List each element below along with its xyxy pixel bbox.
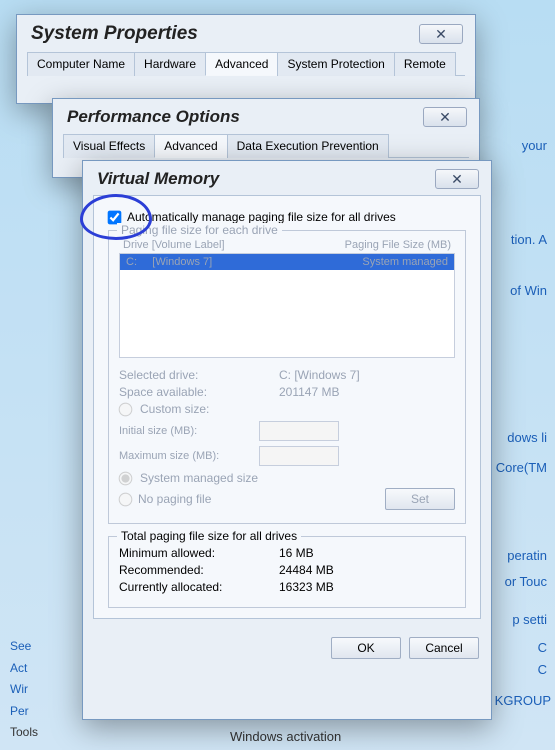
tabs-perf: Visual Effects Advanced Data Execution P… bbox=[63, 133, 469, 158]
group-title: Total paging file size for all drives bbox=[117, 529, 301, 543]
drive-vol-label: [Windows 7] bbox=[152, 256, 212, 268]
maximum-size-label: Maximum size (MB): bbox=[119, 450, 249, 462]
drive-list[interactable]: C: [Windows 7] System managed bbox=[119, 253, 455, 358]
sidebar-link[interactable]: See bbox=[10, 636, 38, 658]
selected-drive-value: C: [Windows 7] bbox=[279, 368, 360, 382]
dialog-title: Virtual Memory bbox=[97, 169, 219, 189]
sidebar-link[interactable]: Per bbox=[10, 701, 38, 723]
initial-size-input[interactable] bbox=[259, 421, 339, 441]
bg-text: or Touc bbox=[505, 574, 547, 589]
radio-no-paging[interactable] bbox=[119, 492, 133, 506]
sidebar-link[interactable]: Wir bbox=[10, 679, 38, 701]
rec-value: 24484 MB bbox=[279, 563, 334, 577]
group-total: Total paging file size for all drives Mi… bbox=[108, 536, 466, 608]
drive-row[interactable]: C: [Windows 7] System managed bbox=[120, 254, 454, 270]
bg-text: Windows activation bbox=[230, 729, 341, 744]
col-drive: Drive [Volume Label] bbox=[123, 239, 225, 251]
ok-button[interactable]: OK bbox=[331, 637, 401, 659]
cancel-button[interactable]: Cancel bbox=[409, 637, 479, 659]
bg-text: C bbox=[538, 640, 547, 655]
tab-visual-effects[interactable]: Visual Effects bbox=[63, 134, 155, 158]
bg-text: of Win bbox=[510, 283, 547, 298]
bg-text: C bbox=[538, 662, 547, 677]
tab-data-execution-prevention[interactable]: Data Execution Prevention bbox=[227, 134, 389, 158]
close-icon: ✕ bbox=[451, 171, 463, 188]
bg-text: Core(TM bbox=[496, 460, 547, 475]
dialog-virtual-memory: Virtual Memory ✕ Automatically manage pa… bbox=[82, 160, 492, 720]
tab-advanced[interactable]: Advanced bbox=[205, 52, 278, 76]
cur-value: 16323 MB bbox=[279, 580, 334, 594]
tabs-sysprops: Computer Name Hardware Advanced System P… bbox=[27, 51, 465, 76]
radio-custom-size[interactable] bbox=[119, 402, 133, 416]
maximum-size-input[interactable] bbox=[259, 446, 339, 466]
auto-manage-label: Automatically manage paging file size fo… bbox=[127, 210, 396, 224]
rec-key: Recommended: bbox=[119, 563, 259, 577]
space-key: Space available: bbox=[119, 385, 259, 399]
dialog-title: Performance Options bbox=[67, 107, 240, 127]
col-size: Paging File Size (MB) bbox=[345, 239, 451, 251]
tab-system-protection[interactable]: System Protection bbox=[277, 52, 394, 76]
sidebar-links: See Act Wir Per Tools bbox=[10, 636, 38, 744]
radio-system-managed[interactable] bbox=[119, 471, 133, 485]
tab-hardware[interactable]: Hardware bbox=[134, 52, 206, 76]
selected-drive-key: Selected drive: bbox=[119, 368, 259, 382]
close-button[interactable]: ✕ bbox=[435, 169, 479, 189]
no-paging-label: No paging file bbox=[138, 492, 211, 506]
bg-text: peratin bbox=[507, 548, 547, 563]
bg-text: tion. A bbox=[511, 232, 547, 247]
tab-advanced[interactable]: Advanced bbox=[154, 134, 227, 158]
group-title: Paging file size for each drive bbox=[117, 223, 282, 237]
sidebar-link[interactable]: Tools bbox=[10, 722, 38, 744]
tab-computer-name[interactable]: Computer Name bbox=[27, 52, 135, 76]
min-key: Minimum allowed: bbox=[119, 546, 259, 560]
drive-size: System managed bbox=[362, 256, 448, 268]
system-managed-label: System managed size bbox=[140, 471, 258, 485]
close-button[interactable]: ✕ bbox=[423, 107, 467, 127]
drive-letter: C: bbox=[126, 256, 137, 268]
min-value: 16 MB bbox=[279, 546, 314, 560]
auto-manage-checkbox[interactable] bbox=[108, 210, 122, 224]
dialog-system-properties: System Properties ✕ Computer Name Hardwa… bbox=[16, 14, 476, 104]
close-icon: ✕ bbox=[435, 26, 447, 43]
group-each-drive: Paging file size for each drive Drive [V… bbox=[108, 230, 466, 524]
cur-key: Currently allocated: bbox=[119, 580, 259, 594]
custom-size-label: Custom size: bbox=[140, 402, 209, 416]
close-button[interactable]: ✕ bbox=[419, 24, 463, 44]
sidebar-link[interactable]: Act bbox=[10, 658, 38, 680]
bg-text: your bbox=[522, 138, 547, 153]
space-value: 201147 MB bbox=[279, 385, 340, 399]
bg-text: KGROUP bbox=[495, 693, 551, 708]
tab-remote[interactable]: Remote bbox=[394, 52, 456, 76]
bg-text: dows li bbox=[507, 430, 547, 445]
set-button[interactable]: Set bbox=[385, 488, 455, 510]
initial-size-label: Initial size (MB): bbox=[119, 425, 249, 437]
dialog-title: System Properties bbox=[31, 23, 198, 45]
close-icon: ✕ bbox=[439, 109, 451, 126]
bg-text: p setti bbox=[512, 612, 547, 627]
